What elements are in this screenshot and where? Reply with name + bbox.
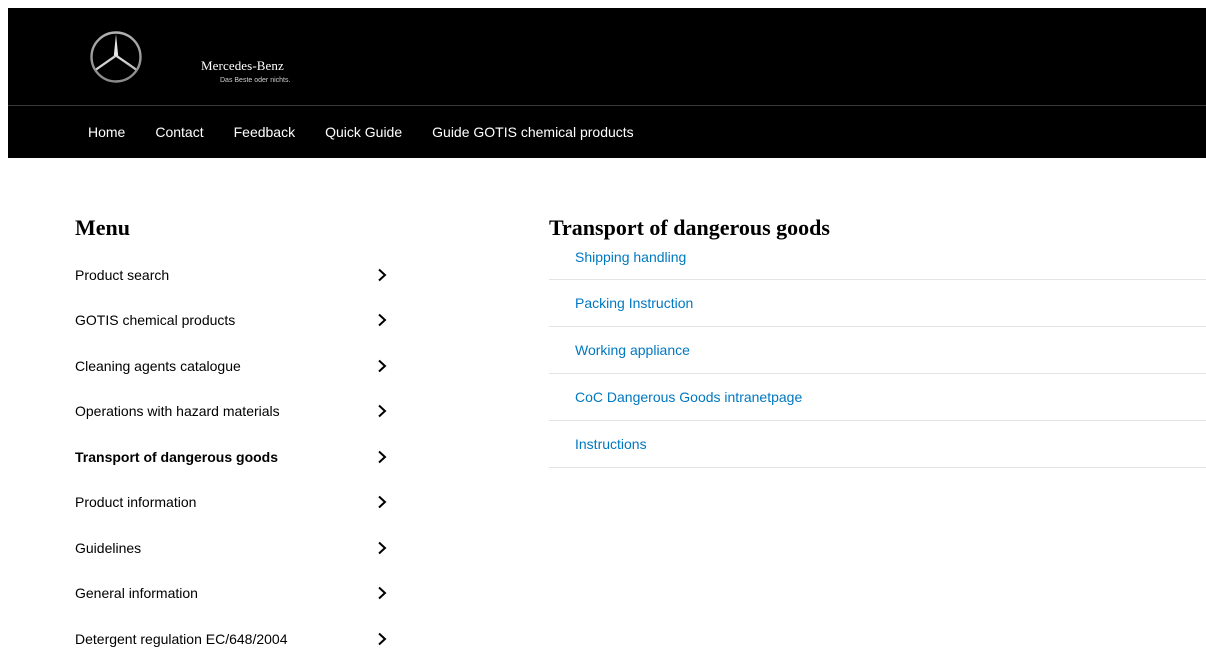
menu-item[interactable]: Operations with hazard materials (75, 389, 390, 435)
mercedes-star-icon[interactable] (89, 30, 143, 84)
menu-item-label: Guidelines (75, 539, 142, 556)
list-item: Packing Instruction (549, 280, 1206, 327)
menu-list: Product search GOTIS chemical products Cle… (75, 252, 390, 650)
site-header: Mercedes-Benz Das Beste oder nichts. Hom… (8, 8, 1206, 158)
chevron-right-icon (374, 585, 390, 601)
chevron-right-icon (374, 267, 390, 283)
chevron-right-icon (374, 540, 390, 556)
nav-quick-guide-link[interactable]: Quick Guide (325, 124, 402, 140)
menu-item[interactable]: General information (75, 571, 390, 617)
chevron-right-icon (374, 494, 390, 510)
menu-item-label: Operations with hazard materials (75, 403, 280, 420)
chevron-right-icon (374, 631, 390, 647)
menu-item-label: GOTIS chemical products (75, 312, 236, 329)
chevron-right-icon (374, 358, 390, 374)
brand-name: Mercedes-Benz (201, 58, 284, 73)
chevron-right-icon (374, 449, 390, 465)
nav-guide-gotis-link[interactable]: Guide GOTIS chemical products (432, 124, 634, 140)
side-menu: Menu Product search GOTIS chemical produc… (75, 212, 390, 650)
top-navigation: Home Contact Feedback Quick Guide Guide … (88, 106, 664, 158)
menu-item-label: Cleaning agents catalogue (75, 357, 241, 374)
menu-item[interactable]: Guidelines (75, 525, 390, 571)
content-link[interactable]: Instructions (575, 436, 647, 452)
menu-item-label: Product search (75, 266, 170, 283)
list-item: Working appliance (549, 327, 1206, 374)
menu-item[interactable]: Detergent regulation EC/648/2004 (75, 616, 390, 650)
page: Mercedes-Benz Das Beste oder nichts. Hom… (0, 0, 1206, 650)
content-link[interactable]: CoC Dangerous Goods intranetpage (575, 389, 802, 405)
list-item: Instructions (549, 421, 1206, 468)
menu-item[interactable]: Product information (75, 480, 390, 526)
content-link[interactable]: Packing Instruction (575, 295, 693, 311)
nav-feedback-link[interactable]: Feedback (234, 124, 295, 140)
menu-item-label: Product information (75, 494, 197, 511)
menu-item[interactable]: Product search (75, 252, 390, 298)
brand-slogan: Das Beste oder nichts. (220, 77, 291, 84)
chevron-right-icon (374, 312, 390, 328)
menu-item-label: Transport of dangerous goods (75, 448, 279, 465)
brand-bar: Mercedes-Benz Das Beste oder nichts. (8, 8, 1206, 106)
nav-contact-link[interactable]: Contact (155, 124, 203, 140)
menu-item[interactable]: GOTIS chemical products (75, 298, 390, 344)
menu-item[interactable]: Transport of dangerous goods (75, 434, 390, 480)
content-link[interactable]: Shipping handling (575, 249, 686, 265)
link-list: Shipping handling Packing Instruction Work… (549, 234, 1206, 468)
chevron-right-icon (374, 403, 390, 419)
menu-item-label: General information (75, 585, 198, 602)
menu-item[interactable]: Cleaning agents catalogue (75, 343, 390, 389)
menu-item-label: Detergent regulation EC/648/2004 (75, 630, 288, 647)
menu-title: Menu (75, 215, 130, 240)
nav-home-link[interactable]: Home (88, 124, 125, 140)
main-content: Transport of dangerous goods Shipping ha… (549, 212, 1206, 468)
list-item: CoC Dangerous Goods intranetpage (549, 374, 1206, 421)
content-link[interactable]: Working appliance (575, 342, 690, 358)
